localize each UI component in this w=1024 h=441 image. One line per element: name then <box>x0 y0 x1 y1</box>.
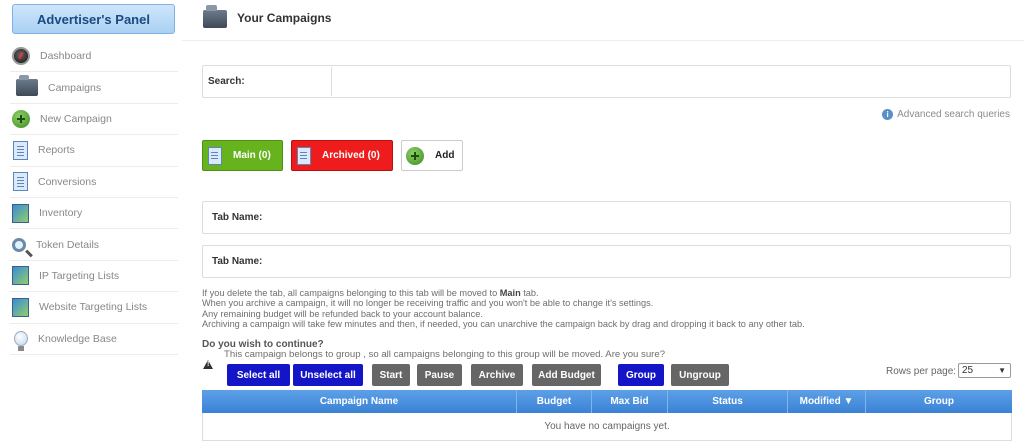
note-line: Any remaining budget will be refunded ba… <box>202 308 483 319</box>
page-title: Your Campaigns <box>237 11 332 25</box>
note-line: When you archive a campaign, it will no … <box>202 298 654 309</box>
campaigns-icon <box>16 75 38 97</box>
sidebar-item-label: IP Targeting Lists <box>39 269 120 282</box>
sidebar-item-campaigns[interactable]: Campaigns <box>10 72 178 104</box>
sidebar-item-knowledge-base[interactable]: Knowledge Base <box>10 324 178 355</box>
note-text: If you delete the tab, all campaigns bel… <box>202 288 500 298</box>
report-icon <box>13 172 28 192</box>
document-icon <box>208 146 222 165</box>
archive-notes: If you delete the tab, all campaigns bel… <box>202 288 1012 330</box>
tab-name-label: Tab Name: <box>212 212 263 223</box>
document-icon <box>297 146 311 165</box>
group-notice: This campaign belongs to group , so all … <box>224 349 666 360</box>
sidebar-item-website-targeting-lists[interactable]: Website Targeting Lists <box>9 292 178 324</box>
chevron-down-icon: ▼ <box>998 366 1006 375</box>
sidebar-item-label: Inventory <box>39 207 83 220</box>
add-budget-button[interactable]: Add Budget <box>532 364 601 386</box>
sidebar: Advertiser's Panel Dashboard Campaigns N… <box>0 0 182 441</box>
sidebar-item-reports[interactable]: Reports <box>10 135 178 167</box>
tab-name-row-2: Tab Name: <box>202 245 1011 278</box>
tab-main[interactable]: Main (0) <box>202 140 283 171</box>
note-line: If you delete the tab, all campaigns bel… <box>202 288 1012 298</box>
pictures-icon <box>9 201 29 223</box>
tab-name-input-1[interactable] <box>471 203 1006 232</box>
search-input[interactable] <box>331 67 1006 96</box>
sidebar-item-label: Campaigns <box>48 81 102 94</box>
main-content: Your Campaigns Search: i Advanced search… <box>182 0 1024 441</box>
search-label: Search: <box>208 76 245 87</box>
sidebar-item-label: Website Targeting Lists <box>39 301 148 314</box>
panel-header: Advertiser's Panel <box>12 4 175 34</box>
tab-name-row-1: Tab Name: <box>202 201 1011 234</box>
tab-archived-label: Archived (0) <box>322 150 380 161</box>
campaigns-icon <box>203 5 227 28</box>
add-tab-button[interactable]: Add <box>401 140 463 171</box>
sidebar-item-conversions[interactable]: Conversions <box>10 167 178 198</box>
sidebar-item-label: Reports <box>38 144 75 157</box>
sidebar-item-ip-targeting-lists[interactable]: IP Targeting Lists <box>9 261 178 293</box>
sidebar-item-dashboard[interactable]: Dashboard <box>10 41 178 73</box>
dashboard-icon <box>12 47 30 66</box>
tab-name-label: Tab Name: <box>212 256 263 267</box>
advanced-search-label: Advanced search queries <box>897 109 1010 120</box>
pictures-icon <box>9 264 29 286</box>
column-campaign-name[interactable]: Campaign Name <box>202 390 517 413</box>
warning-icon <box>203 360 213 369</box>
tab-name-input-2[interactable] <box>471 247 1006 276</box>
report-icon <box>13 140 28 160</box>
sidebar-item-label: Dashboard <box>40 50 92 63</box>
column-group[interactable]: Group <box>866 390 1012 413</box>
sidebar-nav: Dashboard Campaigns New Campaign Reports… <box>9 41 178 355</box>
rows-per-page-label: Rows per page: <box>886 366 957 377</box>
ungroup-button[interactable]: Ungroup <box>671 364 729 386</box>
start-button[interactable]: Start <box>372 364 410 386</box>
add-tab-label: Add <box>435 150 455 161</box>
add-icon <box>12 109 30 128</box>
sidebar-item-label: New Campaign <box>40 112 112 125</box>
sidebar-item-label: Conversions <box>38 175 97 188</box>
bulb-icon <box>14 331 28 352</box>
title-bar: Your Campaigns <box>182 0 1024 41</box>
tab-archived[interactable]: Archived (0) <box>291 140 393 171</box>
rows-per-page-select[interactable]: 25 ▼ <box>958 363 1011 378</box>
archive-button[interactable]: Archive <box>471 364 523 386</box>
select-all-button[interactable]: Select all <box>227 364 290 386</box>
note-bold: Main <box>499 288 521 298</box>
column-modified[interactable]: Modified ▼ <box>788 390 866 413</box>
note-line: Archiving a campaign will take few minut… <box>202 319 805 330</box>
sidebar-item-inventory[interactable]: Inventory <box>9 198 178 230</box>
sidebar-item-label: Knowledge Base <box>38 332 117 345</box>
advanced-search-link[interactable]: i Advanced search queries <box>882 109 1010 120</box>
tab-main-label: Main (0) <box>233 150 271 161</box>
column-status[interactable]: Status <box>668 390 788 413</box>
group-button[interactable]: Group <box>618 364 664 386</box>
empty-table-message: You have no campaigns yet. <box>544 421 670 432</box>
table-body: You have no campaigns yet. <box>202 413 1012 441</box>
pause-button[interactable]: Pause <box>417 364 462 386</box>
search-box: Search: <box>202 65 1011 98</box>
sidebar-item-token-details[interactable]: Token Details <box>10 229 178 261</box>
info-icon: i <box>882 109 894 120</box>
add-icon <box>406 146 424 165</box>
sidebar-item-new-campaign[interactable]: New Campaign <box>10 104 178 136</box>
unselect-all-button[interactable]: Unselect all <box>293 364 363 386</box>
column-max-bid[interactable]: Max Bid <box>592 390 668 413</box>
table-header: Campaign Name Budget Max Bid Status Modi… <box>202 390 1012 413</box>
pictures-icon <box>9 295 29 317</box>
note-text: tab. <box>520 288 539 298</box>
column-budget[interactable]: Budget <box>517 390 592 413</box>
sidebar-item-label: Token Details <box>36 238 100 251</box>
magnifier-icon <box>12 237 26 252</box>
rows-per-page-value: 25 <box>962 365 974 376</box>
